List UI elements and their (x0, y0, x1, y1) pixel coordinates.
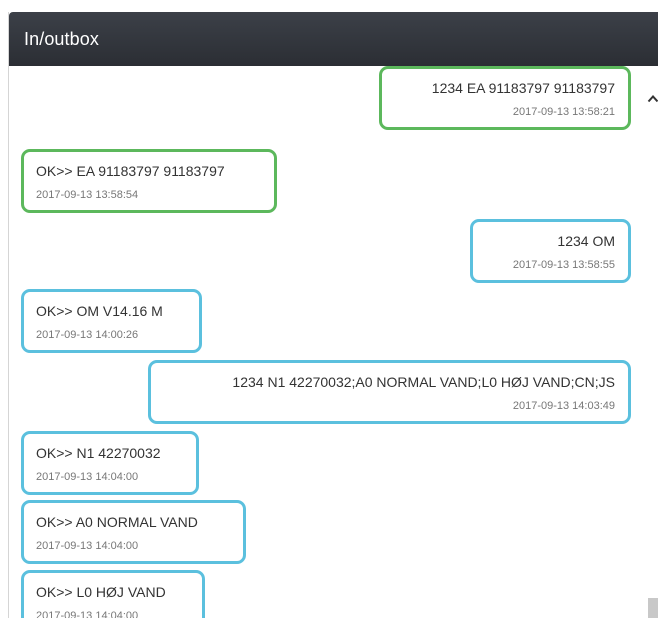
message-timestamp: 2017-09-13 13:58:54 (36, 189, 139, 201)
message-text: 1234 N1 42270032;A0 NORMAL VAND;L0 HØJ V… (232, 374, 615, 390)
message-text: OK>> A0 NORMAL VAND (36, 514, 198, 530)
incoming-message: OK>> L0 HØJ VAND 2017-09-13 14:04:00 (21, 570, 205, 618)
message-timestamp: 2017-09-13 13:58:55 (512, 259, 615, 271)
panel-title: In/outbox (24, 29, 99, 49)
outgoing-message: 1234 N1 42270032;A0 NORMAL VAND;L0 HØJ V… (148, 360, 631, 424)
message-list[interactable]: 1234 EA 91183797 91183797 2017-09-13 13:… (9, 66, 641, 618)
incoming-message: OK>> OM V14.16 M 2017-09-13 14:00:26 (21, 289, 202, 353)
chevron-up-icon[interactable] (647, 92, 658, 104)
outgoing-message: 1234 OM 2017-09-13 13:58:55 (470, 219, 631, 283)
incoming-message: OK>> N1 42270032 2017-09-13 14:04:00 (21, 431, 199, 495)
message-timestamp: 2017-09-13 14:03:49 (512, 400, 615, 412)
incoming-message: OK>> EA 91183797 91183797 2017-09-13 13:… (21, 149, 277, 213)
message-timestamp: 2017-09-13 14:04:00 (36, 540, 139, 552)
message-text: OK>> N1 42270032 (36, 445, 161, 461)
message-text: 1234 OM (557, 233, 615, 249)
outgoing-message: 1234 EA 91183797 91183797 2017-09-13 13:… (379, 66, 631, 130)
message-timestamp: 2017-09-13 14:04:00 (36, 610, 139, 618)
message-text: OK>> OM V14.16 M (36, 303, 163, 319)
message-timestamp: 2017-09-13 13:58:21 (512, 106, 615, 118)
incoming-message: OK>> A0 NORMAL VAND 2017-09-13 14:04:00 (21, 500, 246, 564)
vertical-scrollbar[interactable] (641, 66, 658, 618)
message-timestamp: 2017-09-13 14:00:26 (36, 329, 139, 341)
message-text: OK>> L0 HØJ VAND (36, 584, 166, 600)
message-text: OK>> EA 91183797 91183797 (36, 163, 225, 179)
inoutbox-panel: In/outbox 1234 EA 91183797 91183797 2017… (8, 12, 658, 618)
message-timestamp: 2017-09-13 14:04:00 (36, 471, 139, 483)
panel-header: In/outbox (9, 12, 658, 66)
scrollbar-thumb[interactable] (648, 598, 658, 618)
message-text: 1234 EA 91183797 91183797 (431, 80, 615, 96)
